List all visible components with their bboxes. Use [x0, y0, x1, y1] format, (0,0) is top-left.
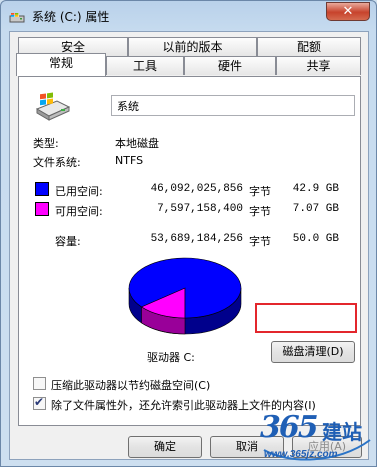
free-space-size: 7.07 GB	[292, 203, 339, 215]
tab-general[interactable]: 常规	[16, 53, 106, 76]
tab-tools[interactable]: 工具	[106, 56, 184, 75]
free-space-bytes: 7,597,158,400	[157, 203, 243, 215]
separator	[27, 173, 354, 174]
type-value: 本地磁盘	[115, 137, 159, 150]
checkmark-icon: ✔	[34, 395, 45, 409]
filesystem-label: 文件系统:	[33, 156, 81, 169]
watermark-brand: 建站	[322, 420, 362, 444]
compress-checkbox[interactable]	[33, 377, 46, 390]
free-space-unit: 字节	[249, 205, 271, 218]
separator	[27, 127, 354, 128]
watermark-url: www.365jz.com	[264, 449, 338, 460]
free-space-swatch	[35, 202, 49, 216]
ok-button[interactable]: 确定	[128, 436, 202, 458]
close-button[interactable]: ✕	[326, 2, 370, 21]
window-title: 系统 (C:) 属性	[32, 10, 110, 24]
capacity-size: 50.0 GB	[292, 233, 339, 245]
highlight-box	[255, 303, 357, 333]
used-space-size: 42.9 GB	[292, 183, 339, 195]
tab-quota[interactable]: 配额	[257, 37, 361, 56]
watermark-logo: 365 建站 www.365jz.com	[258, 406, 376, 466]
title-bar[interactable]: 系统 (C:) 属性 ✕	[1, 1, 376, 31]
drive-letter-label: 驱动器 C:	[147, 351, 195, 364]
used-space-bytes: 46,092,025,856	[150, 183, 243, 195]
tab-hardware[interactable]: 硬件	[184, 56, 276, 75]
tab-previous-versions[interactable]: 以前的版本	[128, 37, 257, 56]
filesystem-value: NTFS	[115, 154, 144, 167]
disk-usage-pie-chart	[128, 257, 242, 335]
compress-label: 压缩此驱动器以节约磁盘空间(C)	[51, 379, 211, 392]
tab-sharing[interactable]: 共享	[276, 56, 361, 75]
used-space-unit: 字节	[249, 185, 271, 198]
drive-icon	[9, 13, 25, 23]
separator	[27, 225, 354, 226]
hard-drive-icon	[35, 92, 71, 121]
capacity-bytes: 53,689,184,256	[150, 233, 243, 245]
dialog-body: 安全 以前的版本 配额 常规 工具 硬件 共享 系统 类型: 本地磁盘 文件系统…	[9, 31, 369, 460]
free-space-label: 可用空间:	[55, 205, 103, 218]
used-space-label: 已用空间:	[55, 185, 103, 198]
general-panel: 系统 类型: 本地磁盘 文件系统: NTFS 已用空间: 46,092,025,…	[18, 76, 361, 426]
used-space-swatch	[35, 182, 49, 196]
watermark-number: 365	[260, 410, 319, 445]
disk-cleanup-button[interactable]: 磁盘清理(D)	[271, 341, 355, 363]
drive-name-input[interactable]: 系统	[111, 95, 355, 116]
capacity-label: 容量:	[55, 235, 81, 248]
properties-window: 系统 (C:) 属性 ✕ 安全 以前的版本 配额 常规 工具 硬件 共享 系统	[0, 0, 377, 467]
type-label: 类型:	[33, 137, 59, 150]
capacity-unit: 字节	[249, 235, 271, 248]
index-checkbox[interactable]: ✔	[33, 395, 46, 410]
